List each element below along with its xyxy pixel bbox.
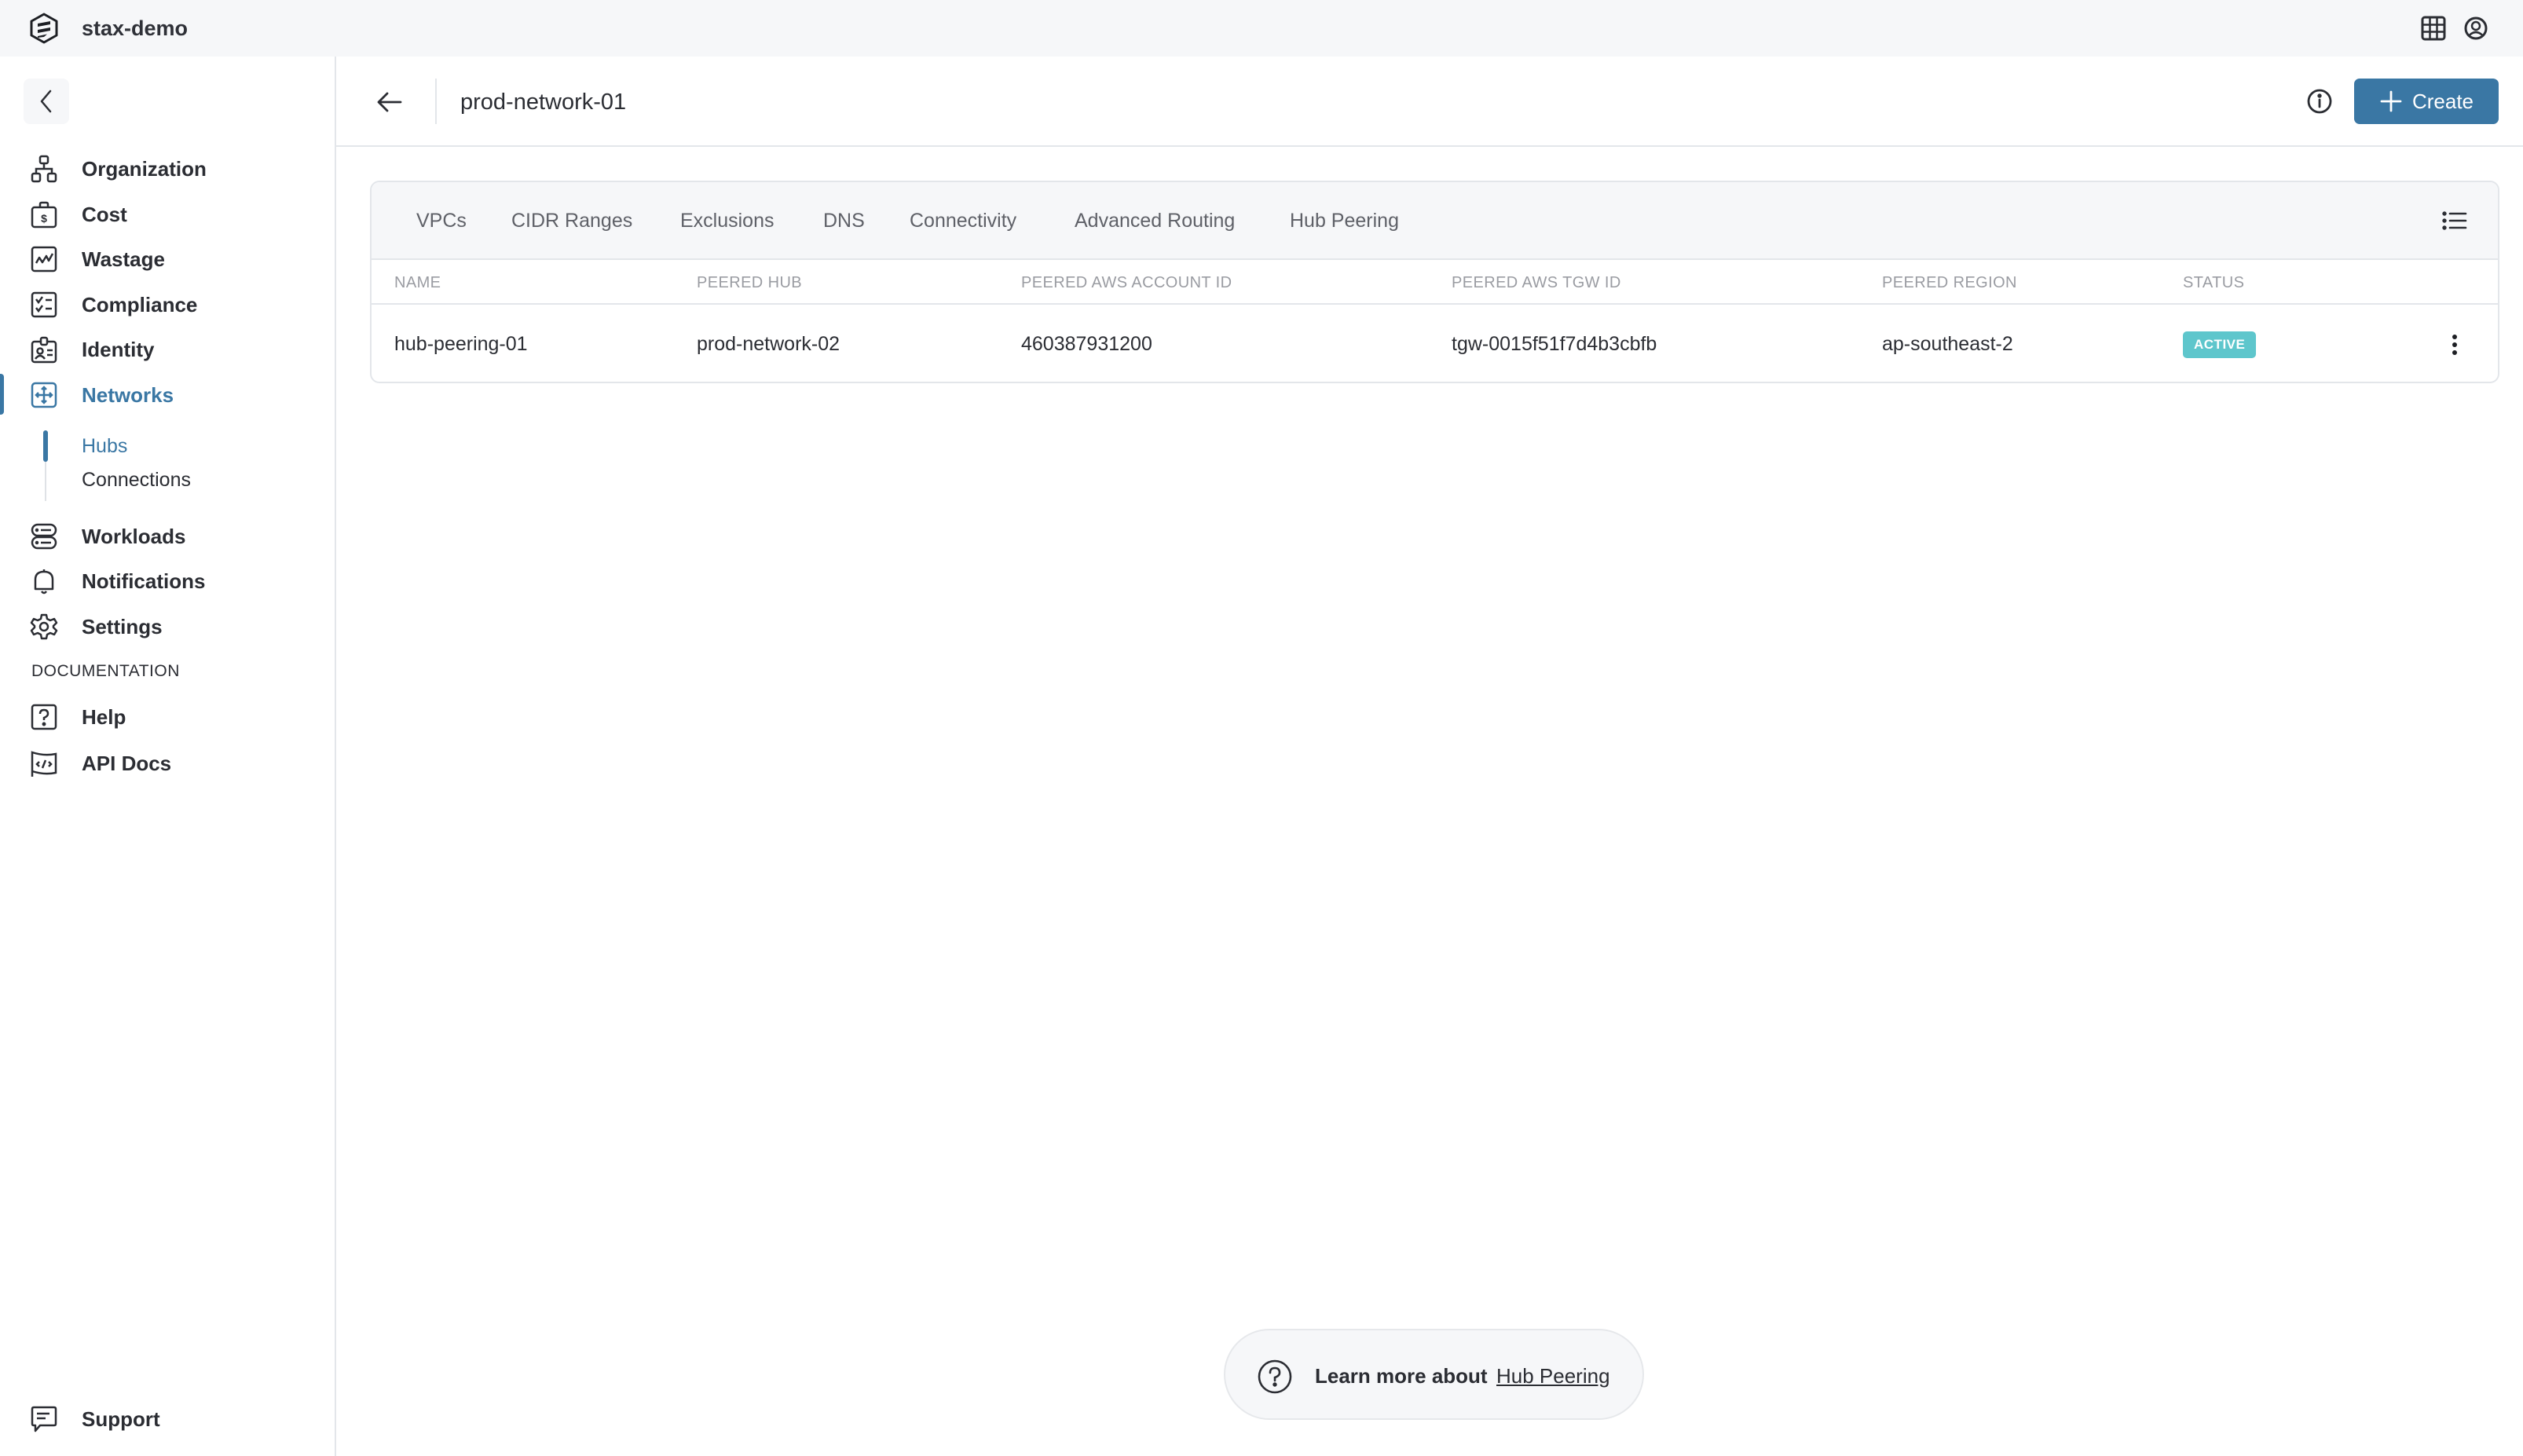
sidebar-item-label: Compliance <box>82 293 198 316</box>
cell-name[interactable]: hub-peering-01 <box>394 330 528 358</box>
sidebar-item-label: API Docs <box>82 752 172 775</box>
status-badge: ACTIVE <box>2183 331 2257 358</box>
sidebar-item-workloads[interactable]: Workloads <box>0 517 335 556</box>
page-header: prod-network-01 Create <box>336 57 2523 147</box>
chart-line-icon <box>30 245 58 273</box>
sidebar-item-api-docs[interactable]: API Docs <box>0 744 335 783</box>
top-bar: stax-demo <box>0 0 2523 57</box>
sidebar-item-label: Support <box>82 1407 160 1431</box>
sidebar-item-identity[interactable]: Identity <box>0 330 335 369</box>
sidebar-item-support[interactable]: Support <box>0 1399 335 1439</box>
sidebar-item-label: Organization <box>82 157 207 181</box>
tab-hub-peering[interactable]: Hub Peering <box>1290 207 1399 235</box>
sidebar-item-label: Identity <box>82 338 155 361</box>
sidebar: Organization $ Cost Wastage Compliance I… <box>0 57 336 1456</box>
column-header-peered-aws-tgw-id[interactable]: PEERED AWS TGW ID <box>1452 272 1621 294</box>
sidebar-item-label: Notifications <box>82 569 206 593</box>
sidebar-subitem-connections[interactable]: Connections <box>82 466 191 493</box>
apps-grid-icon[interactable] <box>2419 14 2448 42</box>
back-button[interactable] <box>374 86 405 118</box>
page-title: prod-network-01 <box>460 90 627 115</box>
sidebar-item-label: Workloads <box>82 525 186 548</box>
tab-dns[interactable]: DNS <box>823 207 865 235</box>
column-header-peered-aws-account-id[interactable]: PEERED AWS ACCOUNT ID <box>1021 272 1232 294</box>
column-header-status[interactable]: STATUS <box>2183 272 2244 294</box>
gear-icon <box>30 613 58 641</box>
sidebar-subitem-hubs[interactable]: Hubs <box>82 433 127 459</box>
tab-exclusions[interactable]: Exclusions <box>680 207 774 235</box>
column-header-peered-region[interactable]: PEERED REGION <box>1882 272 2017 294</box>
svg-text:$: $ <box>41 212 47 225</box>
sidebar-item-compliance[interactable]: Compliance <box>0 285 335 324</box>
user-account-icon[interactable] <box>2462 14 2490 42</box>
move-arrows-icon <box>30 381 58 409</box>
chevron-left-icon <box>37 89 56 114</box>
more-vertical-icon[interactable] <box>2440 330 2470 360</box>
list-view-icon[interactable] <box>2440 206 2470 236</box>
sidebar-item-organization[interactable]: Organization <box>0 149 335 188</box>
header-divider <box>435 79 437 124</box>
org-name[interactable]: stax-demo <box>82 14 188 42</box>
hub-peering-docs-link[interactable]: Hub Peering <box>1496 1362 1610 1390</box>
sidebar-item-label: Cost <box>82 203 127 226</box>
sidebar-item-notifications[interactable]: Notifications <box>0 562 335 601</box>
question-circle-icon <box>1257 1359 1293 1395</box>
money-bag-icon: $ <box>30 200 58 229</box>
tab-cidr-ranges[interactable]: CIDR Ranges <box>511 207 632 235</box>
help-square-icon <box>30 703 58 731</box>
tab-bar: VPCs CIDR Ranges Exclusions DNS Connecti… <box>372 182 2498 260</box>
sidebar-item-cost[interactable]: $ Cost <box>0 195 335 234</box>
sidebar-item-label: Help <box>82 705 126 729</box>
tab-vpcs[interactable]: VPCs <box>416 207 467 235</box>
column-header-name[interactable]: NAME <box>394 272 441 294</box>
table-header: NAME PEERED HUB PEERED AWS ACCOUNT ID PE… <box>372 260 2498 305</box>
sidebar-item-label: Settings <box>82 615 163 638</box>
tab-connectivity[interactable]: Connectivity <box>910 207 1016 235</box>
stax-logo-icon[interactable] <box>28 13 60 44</box>
cell-peered-aws-account-id: 460387931200 <box>1021 333 1152 355</box>
documentation-section-label: DOCUMENTATION <box>31 662 180 680</box>
chat-bubble-icon <box>30 1405 58 1433</box>
org-chart-icon <box>30 155 58 183</box>
sidebar-item-networks[interactable]: Networks <box>0 375 335 415</box>
submenu-active-indicator <box>43 430 48 462</box>
collapse-sidebar-button[interactable] <box>24 79 69 124</box>
table-row[interactable]: hub-peering-01 prod-network-02 460387931… <box>372 306 2498 382</box>
sidebar-item-settings[interactable]: Settings <box>0 607 335 646</box>
id-badge-icon <box>30 335 58 364</box>
cell-peered-hub: prod-network-02 <box>697 333 840 355</box>
bell-icon <box>30 567 58 595</box>
create-button-label: Create <box>2411 89 2474 113</box>
info-icon[interactable] <box>2305 86 2334 116</box>
cell-peered-region: ap-southeast-2 <box>1882 333 2013 355</box>
cell-peered-aws-tgw-id: tgw-0015f51f7d4b3cbfb <box>1452 333 1657 355</box>
code-flag-icon <box>30 749 58 777</box>
checklist-icon <box>30 291 58 319</box>
sidebar-item-label: Networks <box>82 383 174 407</box>
learn-more-banner: Learn more about Hub Peering <box>1224 1329 1644 1420</box>
learn-more-text: Learn more about <box>1315 1364 1488 1388</box>
sidebar-item-wastage[interactable]: Wastage <box>0 240 335 279</box>
tab-advanced-routing[interactable]: Advanced Routing <box>1075 207 1235 235</box>
sidebar-item-label: Wastage <box>82 247 165 271</box>
server-stack-icon <box>30 522 58 551</box>
create-button[interactable]: Create <box>2354 79 2499 124</box>
sidebar-item-help[interactable]: Help <box>0 697 335 737</box>
hub-detail-card: VPCs CIDR Ranges Exclusions DNS Connecti… <box>370 181 2499 383</box>
column-header-peered-hub[interactable]: PEERED HUB <box>697 272 802 294</box>
plus-icon <box>2379 90 2403 113</box>
